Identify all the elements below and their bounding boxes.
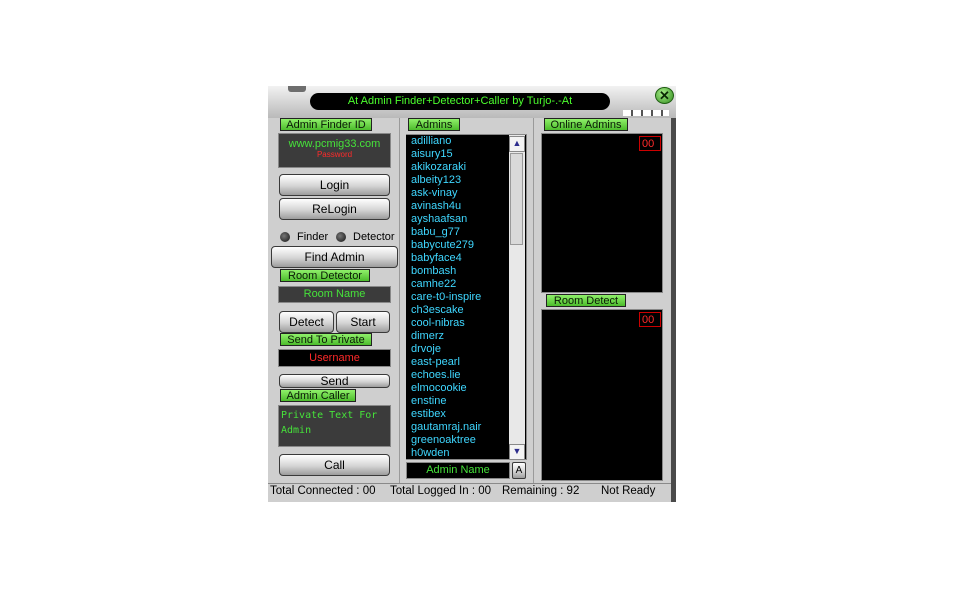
total-logged-in-status: Total Logged In : 00 [390,485,492,497]
title-bar[interactable]: At Admin Finder+Detector+Caller by Turjo… [268,86,676,119]
find-admin-button[interactable]: Find Admin [271,246,398,268]
list-item[interactable]: avinash4u [406,200,526,213]
detector-radio-label: Detector [353,231,395,243]
list-item[interactable]: ch3escake [406,304,526,317]
room-detect-count: 00 [639,312,661,327]
list-item[interactable]: bombash [406,265,526,278]
window-right-edge [671,118,676,502]
list-item[interactable]: elmocookie [406,382,526,395]
app-window: At Admin Finder+Detector+Caller by Turjo… [268,86,676,502]
list-item[interactable]: ayshaafsan [406,213,526,226]
title-decoration [623,110,669,116]
call-button[interactable]: Call [279,454,390,476]
finder-id-text: www.pcmig33.com [288,138,381,150]
list-item[interactable]: east-pearl [406,356,526,369]
window-title: At Admin Finder+Detector+Caller by Turjo… [310,93,610,110]
list-item[interactable]: babu_g77 [406,226,526,239]
admins-list[interactable]: adilliano aisury15 akikozaraki albeity123 as… [406,135,526,459]
room-detect-box[interactable]: 00 [541,309,663,481]
online-admins-count: 00 [639,136,661,151]
list-item[interactable]: enstine [406,395,526,408]
detector-radio[interactable] [336,232,346,242]
ready-status: Not Ready [601,485,656,497]
send-to-private-tag: Send To Private [280,333,372,346]
list-item[interactable]: babyface4 [406,252,526,265]
list-item[interactable]: aisury15 [406,148,526,161]
list-item[interactable]: albeity123 [406,174,526,187]
window-body: Admin Finder ID www.pcmig33.com Password… [268,118,676,502]
admins-tag: Admins [408,118,460,131]
scroll-thumb[interactable] [510,153,523,245]
admin-caller-tag: Admin Caller [280,389,356,402]
close-icon[interactable]: ✕ [655,87,674,104]
admin-name-input[interactable]: Admin Name [406,462,510,479]
finder-id-box[interactable]: www.pcmig33.com Password [278,133,391,168]
list-item[interactable]: h0wden [406,447,526,459]
room-name-input[interactable]: Room Name [278,286,391,303]
scroll-up-icon[interactable]: ▲ [509,136,525,152]
online-admins-tag: Online Admins [544,118,628,131]
list-item[interactable]: akikozaraki [406,161,526,174]
online-admins-box[interactable]: 00 [541,133,663,293]
relogin-button[interactable]: ReLogin [279,198,390,220]
list-item[interactable]: care-t0-inspire [406,291,526,304]
scroll-down-icon[interactable]: ▼ [509,444,525,460]
login-button[interactable]: Login [279,174,390,196]
room-detector-tag: Room Detector [280,269,370,282]
admins-scrollbar[interactable]: ▲ ▼ [509,135,525,460]
remaining-status: Remaining : 92 [502,485,580,497]
list-item[interactable]: camhe22 [406,278,526,291]
list-item[interactable]: drvoje [406,343,526,356]
column-divider [533,118,534,483]
username-input[interactable]: Username [278,349,391,367]
list-item[interactable]: dimerz [406,330,526,343]
list-item[interactable]: ask-vinay [406,187,526,200]
admin-finder-tag: Admin Finder ID [280,118,372,131]
finder-password-text: Password [316,150,353,159]
detect-button[interactable]: Detect [279,311,334,333]
list-item[interactable]: estibex [406,408,526,421]
list-item[interactable]: echoes.lie [406,369,526,382]
list-item[interactable]: greenoaktree [406,434,526,447]
finder-radio[interactable] [280,232,290,242]
column-divider [399,118,400,483]
finder-radio-label: Finder [297,231,329,243]
status-divider [268,483,671,484]
start-button[interactable]: Start [336,311,390,333]
list-item[interactable]: cool-nibras [406,317,526,330]
list-item[interactable]: adilliano [406,135,526,148]
total-connected-status: Total Connected : 00 [270,485,376,497]
room-detect-tag: Room Detect [546,294,626,307]
send-button[interactable]: Send [279,374,390,388]
private-text-area[interactable]: Private Text For Admin [278,405,391,447]
list-item[interactable]: gautamraj.nair [406,421,526,434]
private-text: Private Text For Admin [281,410,378,436]
window-grip[interactable] [288,86,306,92]
add-admin-button[interactable]: A [512,462,526,479]
list-item[interactable]: babycute279 [406,239,526,252]
